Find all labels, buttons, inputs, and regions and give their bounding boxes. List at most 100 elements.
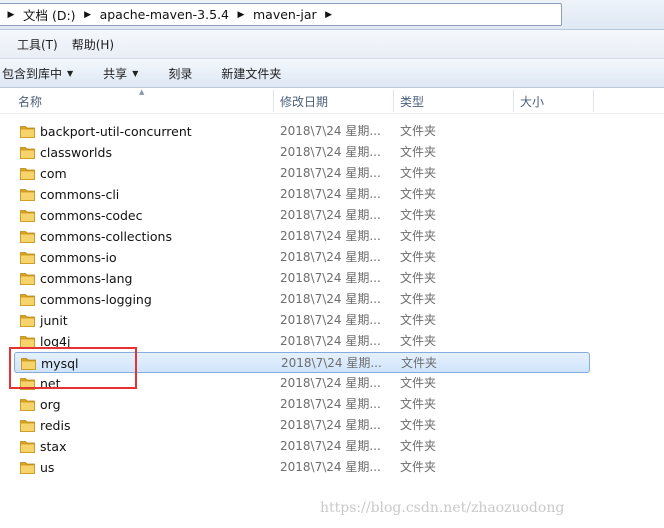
share-button[interactable]: 共享 ▼ bbox=[103, 65, 138, 82]
file-name: commons-io bbox=[40, 250, 117, 265]
folder-icon bbox=[20, 250, 35, 264]
list-item[interactable]: com 2018\7\24 星期... 文件夹 bbox=[14, 163, 590, 184]
file-type: 文件夹 bbox=[400, 292, 437, 306]
column-type[interactable]: 类型 bbox=[394, 88, 512, 114]
file-date-modified: 2018\7\24 星期... bbox=[280, 124, 381, 138]
file-type: 文件夹 bbox=[400, 124, 437, 138]
file-date-modified: 2018\7\24 星期... bbox=[280, 397, 381, 411]
list-item[interactable]: us 2018\7\24 星期... 文件夹 bbox=[14, 457, 590, 478]
file-date-modified: 2018\7\24 星期... bbox=[280, 208, 381, 222]
file-name: commons-cli bbox=[40, 187, 120, 202]
file-date-modified: 2018\7\24 星期... bbox=[280, 439, 381, 453]
column-header: ▲ 名称 修改日期 类型 大小 bbox=[0, 88, 664, 114]
list-item[interactable]: commons-codec 2018\7\24 星期... 文件夹 bbox=[14, 205, 590, 226]
address-bar: ▶ 文档 (D:) ▶ apache-maven-3.5.4 ▶ maven-j… bbox=[0, 0, 664, 30]
file-date-modified: 2018\7\24 星期... bbox=[280, 250, 381, 264]
watermark: https://blog.csdn.net/zhaozuodong bbox=[320, 500, 565, 516]
list-item[interactable]: commons-logging 2018\7\24 星期... 文件夹 bbox=[14, 289, 590, 310]
burn-button[interactable]: 刻录 bbox=[168, 65, 192, 82]
list-item[interactable]: commons-collections 2018\7\24 星期... 文件夹 bbox=[14, 226, 590, 247]
folder-icon bbox=[20, 313, 35, 327]
share-label: 共享 bbox=[103, 66, 128, 81]
file-name: com bbox=[40, 166, 67, 181]
list-item[interactable]: log4j 2018\7\24 星期... 文件夹 bbox=[14, 331, 590, 352]
file-name: classworlds bbox=[40, 145, 112, 160]
folder-icon bbox=[20, 334, 35, 348]
file-name: log4j bbox=[40, 334, 71, 349]
list-item[interactable]: commons-io 2018\7\24 星期... 文件夹 bbox=[14, 247, 590, 268]
folder-icon bbox=[20, 145, 35, 159]
file-name: net bbox=[40, 376, 61, 391]
include-in-library-label: 包含到库中 bbox=[2, 66, 63, 81]
file-date-modified: 2018\7\24 星期... bbox=[280, 313, 381, 327]
file-name: us bbox=[40, 460, 55, 475]
folder-icon bbox=[20, 229, 35, 243]
menu-help[interactable]: 帮助(H) bbox=[72, 36, 114, 53]
include-in-library-button[interactable]: 包含到库中 ▼ bbox=[2, 65, 73, 82]
file-type: 文件夹 bbox=[400, 439, 437, 453]
folder-icon bbox=[20, 439, 35, 453]
list-item[interactable]: stax 2018\7\24 星期... 文件夹 bbox=[14, 436, 590, 457]
chevron-right-icon[interactable]: ▶ bbox=[321, 10, 337, 20]
column-divider[interactable] bbox=[593, 90, 594, 112]
chevron-down-icon: ▼ bbox=[67, 68, 74, 78]
folder-icon bbox=[20, 292, 35, 306]
breadcrumb[interactable]: ▶ 文档 (D:) ▶ apache-maven-3.5.4 ▶ maven-j… bbox=[0, 3, 562, 26]
list-item[interactable]: commons-lang 2018\7\24 星期... 文件夹 bbox=[14, 268, 590, 289]
folder-icon bbox=[21, 356, 36, 370]
file-name: mysql bbox=[41, 356, 79, 371]
file-date-modified: 2018\7\24 星期... bbox=[280, 271, 381, 285]
list-item[interactable]: net 2018\7\24 星期... 文件夹 bbox=[14, 373, 590, 394]
file-type: 文件夹 bbox=[400, 271, 437, 285]
breadcrumb-maven[interactable]: apache-maven-3.5.4 bbox=[96, 7, 233, 22]
list-item[interactable]: redis 2018\7\24 星期... 文件夹 bbox=[14, 415, 590, 436]
file-date-modified: 2018\7\24 星期... bbox=[280, 376, 381, 390]
folder-icon bbox=[20, 397, 35, 411]
folder-icon bbox=[20, 460, 35, 474]
column-name[interactable]: 名称 bbox=[12, 88, 272, 114]
file-type: 文件夹 bbox=[400, 418, 437, 432]
column-size[interactable]: 大小 bbox=[514, 88, 592, 114]
breadcrumb-maven-jar[interactable]: maven-jar bbox=[249, 7, 321, 22]
file-type: 文件夹 bbox=[400, 229, 437, 243]
file-type: 文件夹 bbox=[400, 145, 437, 159]
list-item[interactable]: org 2018\7\24 星期... 文件夹 bbox=[14, 394, 590, 415]
file-type: 文件夹 bbox=[400, 166, 437, 180]
file-type: 文件夹 bbox=[400, 208, 437, 222]
list-item[interactable]: commons-cli 2018\7\24 星期... 文件夹 bbox=[14, 184, 590, 205]
chevron-right-icon[interactable]: ▶ bbox=[80, 10, 96, 20]
file-name: commons-codec bbox=[40, 208, 143, 223]
column-date-modified[interactable]: 修改日期 bbox=[274, 88, 392, 114]
breadcrumb-drive[interactable]: 文档 (D:) bbox=[19, 5, 80, 24]
file-date-modified: 2018\7\24 星期... bbox=[280, 166, 381, 180]
menu-tools[interactable]: 工具(T) bbox=[17, 36, 58, 53]
folder-icon bbox=[20, 271, 35, 285]
folder-icon bbox=[20, 208, 35, 222]
file-date-modified: 2018\7\24 星期... bbox=[280, 460, 381, 474]
file-type: 文件夹 bbox=[400, 187, 437, 201]
new-folder-button[interactable]: 新建文件夹 bbox=[221, 65, 281, 82]
file-date-modified: 2018\7\24 星期... bbox=[280, 292, 381, 306]
file-name: backport-util-concurrent bbox=[40, 124, 192, 139]
file-name: org bbox=[40, 397, 61, 412]
file-type: 文件夹 bbox=[400, 250, 437, 264]
chevron-right-icon[interactable]: ▶ bbox=[3, 10, 19, 20]
list-item[interactable]: backport-util-concurrent 2018\7\24 星期... 文… bbox=[14, 121, 590, 142]
folder-icon bbox=[20, 187, 35, 201]
menu-bar: 工具(T) 帮助(H) bbox=[0, 30, 664, 59]
chevron-right-icon[interactable]: ▶ bbox=[233, 10, 249, 20]
file-date-modified: 2018\7\24 星期... bbox=[280, 418, 381, 432]
command-bar: 包含到库中 ▼ 共享 ▼ 刻录 新建文件夹 bbox=[0, 59, 664, 88]
list-item[interactable]: mysql 2018\7\24 星期... 文件夹 bbox=[14, 352, 590, 373]
list-item[interactable]: classworlds 2018\7\24 星期... 文件夹 bbox=[14, 142, 590, 163]
chevron-down-icon: ▼ bbox=[132, 68, 139, 78]
file-type: 文件夹 bbox=[401, 356, 438, 370]
list-item[interactable]: junit 2018\7\24 星期... 文件夹 bbox=[14, 310, 590, 331]
folder-icon bbox=[20, 124, 35, 138]
file-date-modified: 2018\7\24 星期... bbox=[280, 334, 381, 348]
folder-icon bbox=[20, 166, 35, 180]
file-name: stax bbox=[40, 439, 67, 454]
file-name: redis bbox=[40, 418, 71, 433]
file-date-modified: 2018\7\24 星期... bbox=[280, 229, 381, 243]
file-type: 文件夹 bbox=[400, 313, 437, 327]
